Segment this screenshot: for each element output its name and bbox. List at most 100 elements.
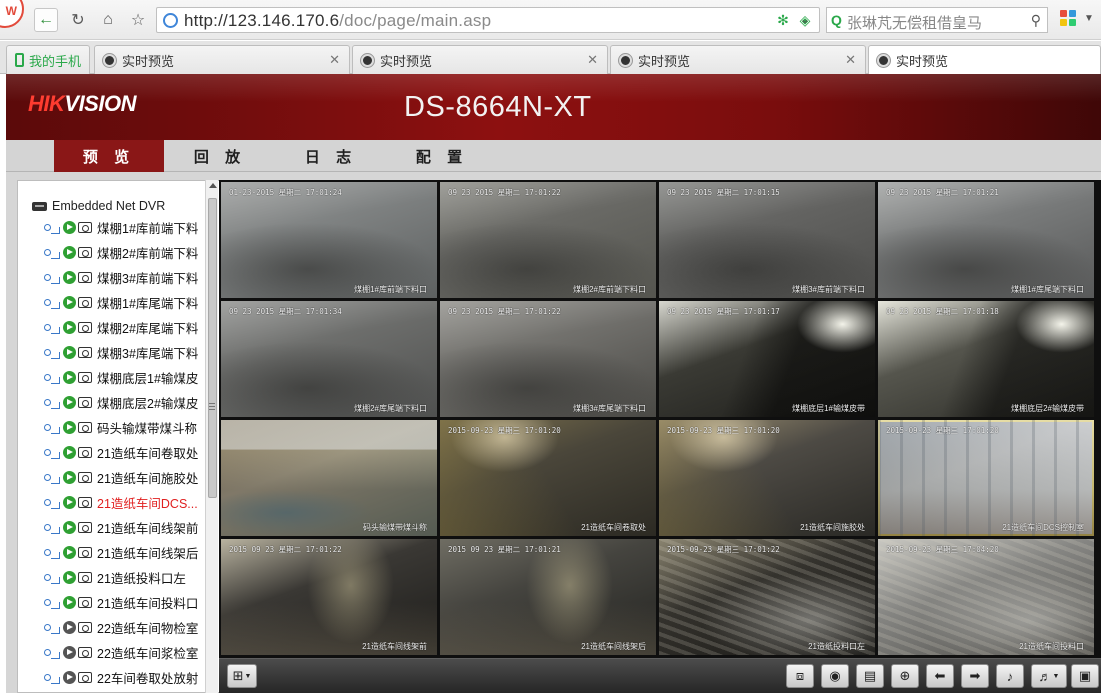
channel-item[interactable]: 煤棚1#库尾端下料 bbox=[44, 290, 198, 315]
menu-log[interactable]: 日 志 bbox=[276, 140, 386, 172]
play-status-icon[interactable] bbox=[63, 571, 76, 584]
channel-item[interactable]: 21造纸车间DCS... bbox=[44, 490, 198, 515]
video-tile[interactable]: 2015 09 23 星期二 17:01:21 21造纸车间线架后 bbox=[440, 539, 656, 655]
bookmark-star-icon[interactable]: ☆ bbox=[126, 8, 150, 32]
home-icon[interactable]: ⌂ bbox=[96, 8, 120, 32]
security-shield-icon[interactable]: ✻ bbox=[775, 12, 791, 29]
play-status-icon[interactable] bbox=[63, 221, 76, 234]
video-tile[interactable]: 09 23 2015 星期二 17:01:15 煤棚3#库前端下料口 bbox=[659, 182, 875, 298]
stop-all-button[interactable]: ⧈ bbox=[786, 664, 814, 688]
channel-item[interactable]: 煤棚3#库前端下料 bbox=[44, 265, 198, 290]
video-tile[interactable]: 09 23 2015 星期二 17:01:21 煤棚1#库尾端下料口 bbox=[878, 182, 1094, 298]
video-tile[interactable]: 2015-09-23 星期三 17:01:20 21造纸车间施胶处 bbox=[659, 420, 875, 536]
play-status-icon[interactable] bbox=[63, 346, 76, 359]
video-tile[interactable]: 2015-09-23 星期三 17:01:22 21造纸投料口左 bbox=[659, 539, 875, 655]
search-icon[interactable]: ⚲ bbox=[1031, 12, 1041, 29]
channel-item[interactable]: 煤棚底层2#输煤皮 bbox=[44, 390, 198, 415]
talk-button[interactable]: ♪ bbox=[996, 664, 1024, 688]
video-tile[interactable]: 2015-09-23 星期三 17:01:20 21造纸车间DCS控制室 bbox=[878, 420, 1094, 536]
video-tile[interactable]: 09 23 2015 星期二 17:01:22 煤棚3#库尾端下料口 bbox=[440, 301, 656, 417]
menu-config[interactable]: 配 置 bbox=[387, 140, 497, 172]
channel-item[interactable]: 22造纸车间物检室 bbox=[44, 615, 198, 640]
video-tile[interactable]: 09 23 2015 星期二 17:01:17 煤棚底层1#输煤皮带 bbox=[659, 301, 875, 417]
scroll-up-icon[interactable] bbox=[209, 183, 217, 188]
volume-button[interactable]: ♬ ▼ bbox=[1031, 664, 1067, 688]
tab-live-preview-3[interactable]: 实时预览 ✕ bbox=[610, 45, 866, 74]
menu-preview[interactable]: 预 览 bbox=[54, 140, 164, 172]
tab-live-preview-2[interactable]: 实时预览 ✕ bbox=[352, 45, 608, 74]
video-tile[interactable]: 09 23 2015 星期二 17:01:18 煤棚底层2#输煤皮带 bbox=[878, 301, 1094, 417]
osd-channel-name: 煤棚2#库前端下料口 bbox=[573, 285, 646, 294]
menu-playback[interactable]: 回 放 bbox=[165, 140, 275, 172]
reload-icon[interactable]: ↻ bbox=[66, 8, 90, 32]
channel-item[interactable]: 21造纸车间投料口 bbox=[44, 590, 198, 615]
video-tile[interactable]: 2015 09 23 星期二 17:01:22 21造纸车间线架前 bbox=[221, 539, 437, 655]
prev-page-button[interactable]: ⬅ bbox=[926, 664, 954, 688]
channel-item[interactable]: 21造纸车间施胶处 bbox=[44, 465, 198, 490]
search-input[interactable]: 张琳芃无偿租借皇马 bbox=[847, 12, 982, 33]
tab-live-preview-1[interactable]: 实时预览 ✕ bbox=[94, 45, 350, 74]
osd-timestamp: 01-23-2015 星期二 17:01:24 bbox=[229, 188, 342, 197]
play-status-icon[interactable] bbox=[63, 471, 76, 484]
record-button[interactable]: ▤ bbox=[856, 664, 884, 688]
fullscreen-button[interactable]: ▣ bbox=[1071, 664, 1099, 688]
search-box[interactable]: Q 张琳芃无偿租借皇马 ⚲ bbox=[826, 7, 1048, 33]
channel-item[interactable]: 21造纸投料口左 bbox=[44, 565, 186, 590]
address-bar[interactable]: http://123.146.170.6/doc/page/main.asp ✻… bbox=[156, 7, 820, 33]
close-icon[interactable]: ✕ bbox=[329, 52, 340, 68]
video-tile[interactable]: 01-23-2015 星期二 17:01:24 煤棚1#库前端下料口 bbox=[221, 182, 437, 298]
video-tile[interactable]: 2015-09-23 星期三 17:04:20 21造纸车间投料口 bbox=[878, 539, 1094, 655]
play-status-icon[interactable] bbox=[63, 296, 76, 309]
video-feed bbox=[221, 420, 437, 536]
video-feed bbox=[659, 182, 875, 298]
play-status-icon[interactable] bbox=[63, 496, 76, 509]
tab-live-preview-4[interactable]: 实时预览 bbox=[868, 45, 1101, 75]
video-tile[interactable]: 码头输煤带煤斗称 bbox=[221, 420, 437, 536]
channel-item[interactable]: 22造纸车间浆检室 bbox=[44, 640, 198, 665]
play-status-icon[interactable] bbox=[63, 671, 76, 684]
tree-root[interactable]: Embedded Net DVR bbox=[32, 199, 165, 213]
channel-item[interactable]: 煤棚2#库尾端下料 bbox=[44, 315, 198, 340]
channel-item[interactable]: 21造纸车间线架前 bbox=[44, 515, 198, 540]
play-status-icon[interactable] bbox=[63, 621, 76, 634]
next-page-button[interactable]: ➡ bbox=[961, 664, 989, 688]
play-status-icon[interactable] bbox=[63, 421, 76, 434]
back-button[interactable]: ← bbox=[34, 8, 58, 32]
play-status-icon[interactable] bbox=[63, 596, 76, 609]
play-status-icon[interactable] bbox=[63, 246, 76, 259]
apps-dropdown-icon[interactable]: ▼ bbox=[1084, 13, 1094, 24]
close-icon[interactable]: ✕ bbox=[587, 52, 598, 68]
scrollbar-thumb[interactable] bbox=[208, 198, 217, 498]
video-tile[interactable]: 2015-09-23 星期三 17:01:20 21造纸车间卷取处 bbox=[440, 420, 656, 536]
video-tile[interactable]: 09 23 2015 星期二 17:01:22 煤棚2#库前端下料口 bbox=[440, 182, 656, 298]
channel-item[interactable]: 煤棚3#库尾端下料 bbox=[44, 340, 198, 365]
url-dropdown-icon[interactable]: ⌄ bbox=[800, 12, 810, 26]
channel-item[interactable]: 煤棚1#库前端下料 bbox=[44, 215, 198, 240]
play-status-icon[interactable] bbox=[63, 646, 76, 659]
video-tile[interactable]: 09 23 2015 星期二 17:01:34 煤棚2#库尾端下料口 bbox=[221, 301, 437, 417]
play-status-icon[interactable] bbox=[63, 371, 76, 384]
capture-button[interactable]: ◉ bbox=[821, 664, 849, 688]
tree-scrollbar[interactable] bbox=[205, 180, 218, 693]
channel-item[interactable]: 煤棚底层1#输煤皮 bbox=[44, 365, 198, 390]
channel-label: 21造纸车间DCS... bbox=[97, 497, 198, 511]
osd-channel-name: 煤棚3#库前端下料口 bbox=[792, 285, 865, 294]
search-engine-icon[interactable]: Q bbox=[831, 12, 842, 28]
channel-label: 煤棚1#库尾端下料 bbox=[97, 297, 199, 311]
channel-item[interactable]: 21造纸车间卷取处 bbox=[44, 440, 198, 465]
play-status-icon[interactable] bbox=[63, 446, 76, 459]
play-status-icon[interactable] bbox=[63, 396, 76, 409]
layout-button[interactable]: ⊞ ▼ bbox=[227, 664, 257, 688]
close-icon[interactable]: ✕ bbox=[845, 52, 856, 68]
play-status-icon[interactable] bbox=[63, 271, 76, 284]
zoom-button[interactable]: ⊕ bbox=[891, 664, 919, 688]
channel-item[interactable]: 煤棚2#库前端下料 bbox=[44, 240, 198, 265]
play-status-icon[interactable] bbox=[63, 546, 76, 559]
play-status-icon[interactable] bbox=[63, 521, 76, 534]
channel-item[interactable]: 22车间卷取处放射 bbox=[44, 665, 198, 690]
channel-item[interactable]: 21造纸车间线架后 bbox=[44, 540, 198, 565]
tab-my-phone[interactable]: 我的手机 bbox=[6, 45, 90, 74]
channel-item[interactable]: 码头输煤带煤斗称 bbox=[44, 415, 197, 440]
apps-icon[interactable] bbox=[1060, 10, 1078, 28]
play-status-icon[interactable] bbox=[63, 321, 76, 334]
